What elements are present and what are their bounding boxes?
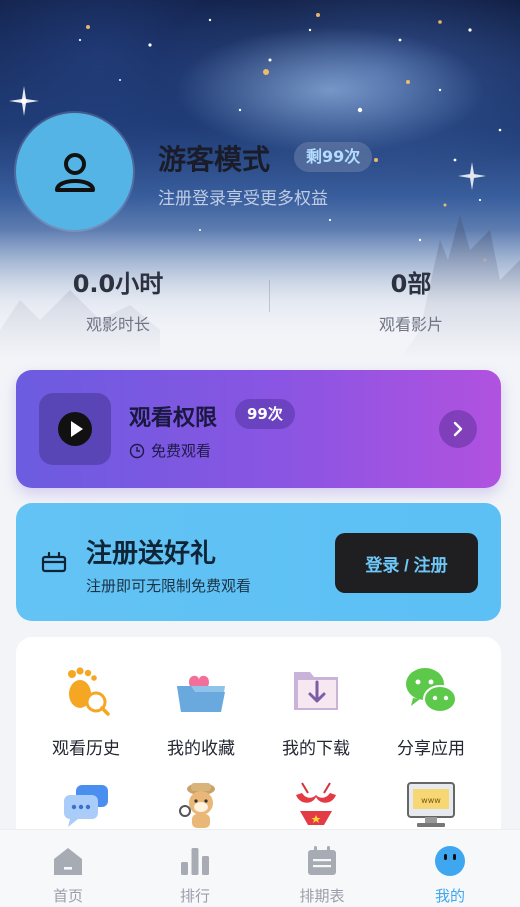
nav-label-home: 首页 bbox=[52, 887, 83, 905]
clock-icon bbox=[129, 443, 145, 458]
grid-item-my-favorites[interactable]: 我的收藏 bbox=[146, 662, 256, 759]
home-icon bbox=[54, 848, 82, 875]
user-icon bbox=[54, 152, 95, 192]
movies-watched-stat: 0部 观看影片 bbox=[361, 264, 461, 335]
register-subtitle: 注册即可无限制免费观看 bbox=[86, 577, 252, 595]
register-title: 注册送好礼 bbox=[86, 539, 217, 569]
bottom-navigation: 首页 排行 排期表 我的 bbox=[0, 829, 520, 907]
smiley-icon bbox=[435, 846, 465, 876]
watch-duration-stat: 0.0小时 观影时长 bbox=[57, 264, 179, 335]
web-monitor-icon: www bbox=[407, 782, 455, 827]
nav-label-schedule: 排期表 bbox=[299, 887, 345, 905]
grid-item-share-app[interactable]: 分享应用 bbox=[376, 662, 486, 759]
svg-text:www: www bbox=[421, 796, 441, 805]
nav-label-ranking: 排行 bbox=[179, 887, 210, 905]
gift-icon bbox=[41, 551, 67, 573]
watch-permission-arrow-button[interactable] bbox=[439, 410, 477, 448]
nav-item-mine[interactable]: 我的 bbox=[385, 830, 515, 907]
grid-item-label: 分享应用 bbox=[397, 739, 465, 759]
profile-name: 游客模式 bbox=[158, 143, 271, 176]
nav-item-home[interactable]: 首页 bbox=[3, 830, 133, 907]
nav-label-mine: 我的 bbox=[434, 887, 465, 905]
chevron-right-icon bbox=[453, 421, 463, 437]
login-register-button[interactable]: 登录 / 注册 bbox=[335, 533, 478, 593]
nav-item-schedule[interactable]: 排期表 bbox=[257, 830, 387, 907]
shiba-detective-icon bbox=[179, 783, 215, 828]
watch-duration-label: 观影时长 bbox=[85, 315, 150, 334]
watch-permission-subtitle: 免费观看 bbox=[129, 440, 211, 461]
register-gift-card[interactable]: 注册送好礼 注册即可无限制免费观看 登录 / 注册 bbox=[16, 503, 501, 621]
calendar-icon bbox=[308, 846, 336, 875]
stats-divider bbox=[269, 280, 270, 312]
grid-item-label: 观看历史 bbox=[52, 739, 120, 759]
remaining-count-badge: 剩99次 bbox=[294, 142, 373, 172]
watch-permission-title: 观看权限 bbox=[129, 406, 218, 431]
heart-box-icon bbox=[177, 675, 225, 712]
wechat-icon bbox=[406, 668, 457, 713]
watch-permission-card[interactable]: 观看权限 99次 免费观看 bbox=[16, 370, 501, 488]
footprint-icon bbox=[68, 667, 110, 716]
movies-watched-value: 0部 bbox=[390, 270, 432, 298]
grid-item-label: 我的收藏 bbox=[167, 739, 235, 759]
grid-item-label: 我的下载 bbox=[282, 739, 350, 759]
avatar[interactable] bbox=[16, 113, 133, 230]
watch-count-badge: 99次 bbox=[235, 399, 295, 429]
movies-watched-label: 观看影片 bbox=[378, 315, 443, 334]
profile-subtitle: 注册登录享受更多权益 bbox=[158, 189, 328, 209]
grid-item-watch-history[interactable]: 观看历史 bbox=[31, 662, 141, 759]
play-tile bbox=[39, 393, 111, 465]
grid-item-my-downloads[interactable]: 我的下载 bbox=[261, 662, 371, 759]
free-watch-text: 免费观看 bbox=[151, 442, 212, 460]
nav-item-ranking[interactable]: 排行 bbox=[130, 830, 260, 907]
play-icon bbox=[58, 412, 92, 446]
ranking-icon bbox=[181, 848, 209, 875]
watch-duration-value: 0.0小时 bbox=[72, 270, 164, 298]
chat-bubble-icon bbox=[64, 785, 108, 827]
download-folder-icon bbox=[294, 672, 338, 710]
bikini-icon bbox=[296, 782, 336, 825]
